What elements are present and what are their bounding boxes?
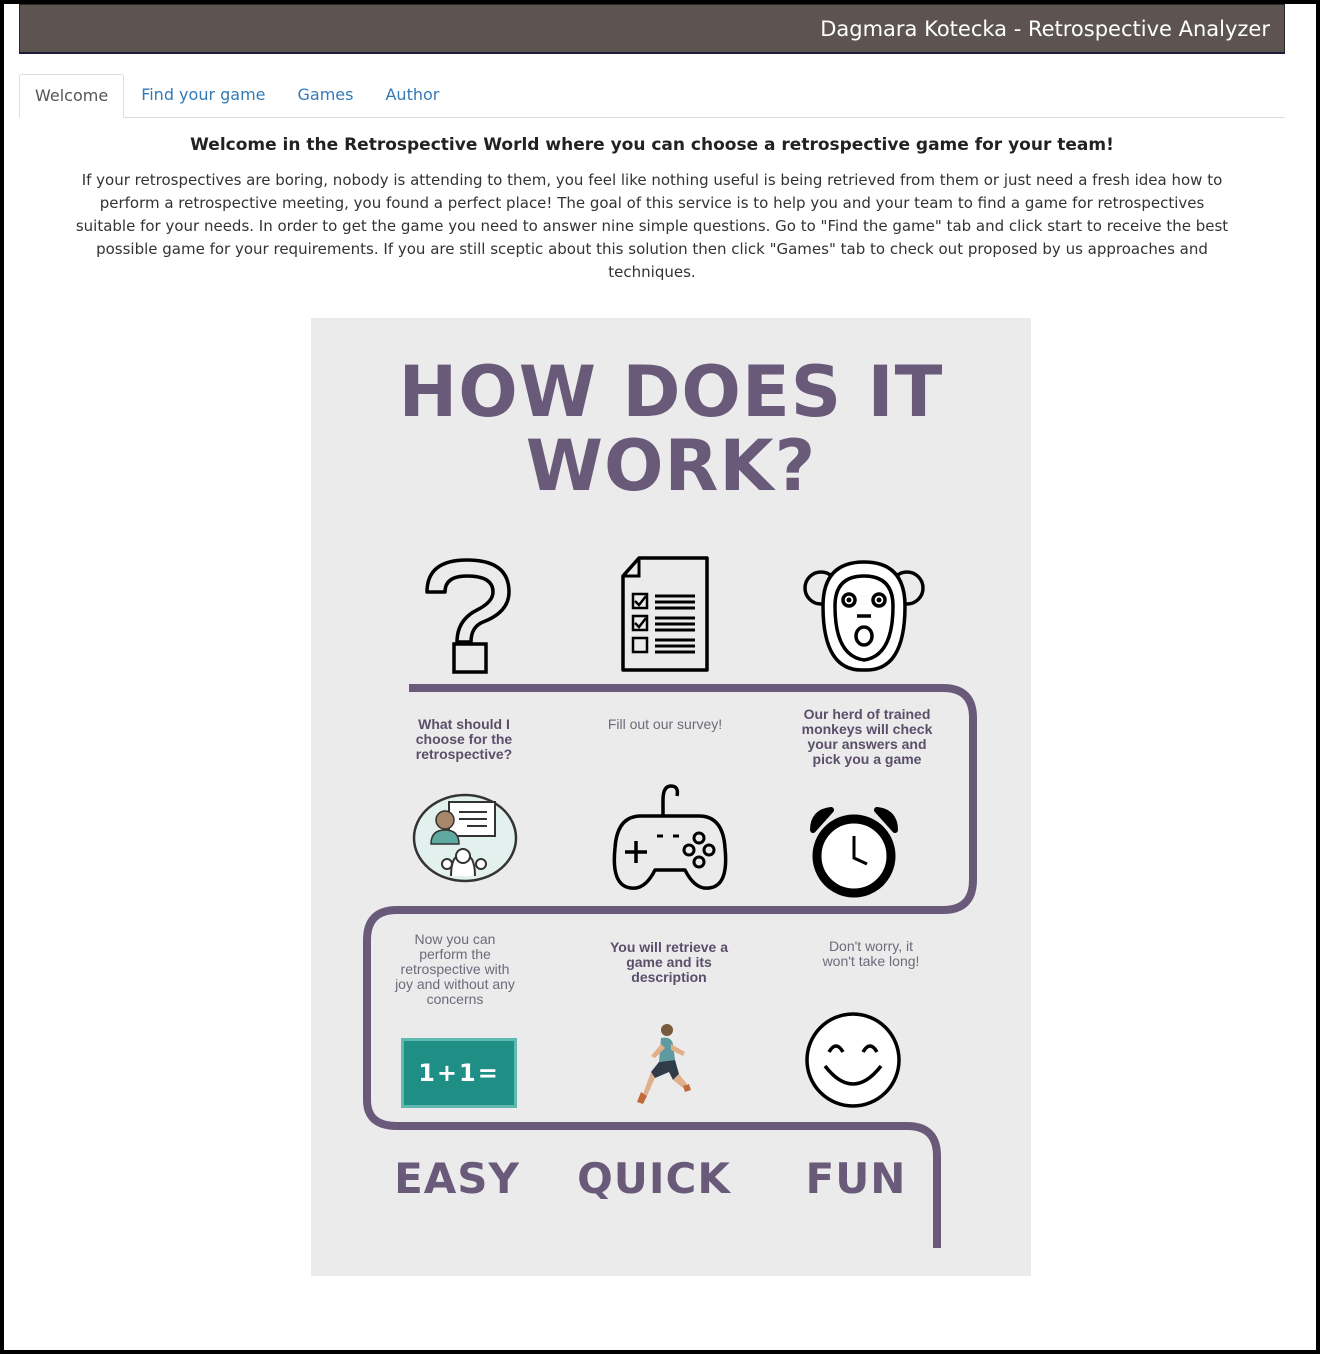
caption-question: What should I choose for the retrospecti… bbox=[415, 716, 513, 762]
infographic-title-line2: WORK? bbox=[525, 425, 817, 507]
word-easy: EASY bbox=[394, 1154, 520, 1203]
tab-find-your-game[interactable]: Find your game bbox=[126, 74, 280, 116]
tab-bar: Welcome Find your game Games Author bbox=[19, 74, 1285, 118]
app-header: Dagmara Kotecka - Retrospective Analyzer bbox=[19, 4, 1285, 54]
word-fun: FUN bbox=[805, 1154, 907, 1203]
app-title: Dagmara Kotecka - Retrospective Analyzer bbox=[820, 16, 1270, 41]
question-mark-icon bbox=[425, 558, 511, 674]
tab-author[interactable]: Author bbox=[370, 74, 454, 116]
caption-worry: Don't worry, it won't take long! bbox=[822, 938, 920, 969]
alarm-clock-icon bbox=[810, 807, 898, 898]
presentation-icon bbox=[412, 793, 518, 883]
tab-welcome[interactable]: Welcome bbox=[19, 74, 125, 118]
welcome-heading: Welcome in the Retrospective World where… bbox=[190, 135, 1114, 155]
app-frame: Dagmara Kotecka - Retrospective Analyzer… bbox=[0, 0, 1320, 1354]
monkey-icon bbox=[803, 560, 925, 672]
caption-monkeys: Our herd of trained monkeys will check y… bbox=[801, 706, 933, 767]
blackboard-text: 1+1= bbox=[418, 1059, 500, 1087]
infographic-title-line1: HOW DOES IT bbox=[398, 351, 944, 433]
caption-retrieve: You will retrieve a game and its descrip… bbox=[609, 939, 728, 985]
gamepad-icon bbox=[612, 784, 728, 890]
how-it-works-infographic: HOW DOES IT WORK? What should I choose f… bbox=[311, 318, 1031, 1276]
tab-games[interactable]: Games bbox=[283, 74, 369, 116]
blackboard-icon: 1+1= bbox=[401, 1038, 517, 1108]
caption-perform: Now you can perform the retrospective wi… bbox=[395, 931, 515, 1007]
survey-document-icon bbox=[621, 556, 709, 672]
welcome-intro: If your retrospectives are boring, nobod… bbox=[75, 171, 1229, 281]
caption-survey: Fill out our survey! bbox=[607, 716, 723, 732]
smiley-face-icon bbox=[805, 1012, 901, 1108]
word-quick: QUICK bbox=[577, 1154, 731, 1203]
runner-icon bbox=[637, 1024, 691, 1104]
